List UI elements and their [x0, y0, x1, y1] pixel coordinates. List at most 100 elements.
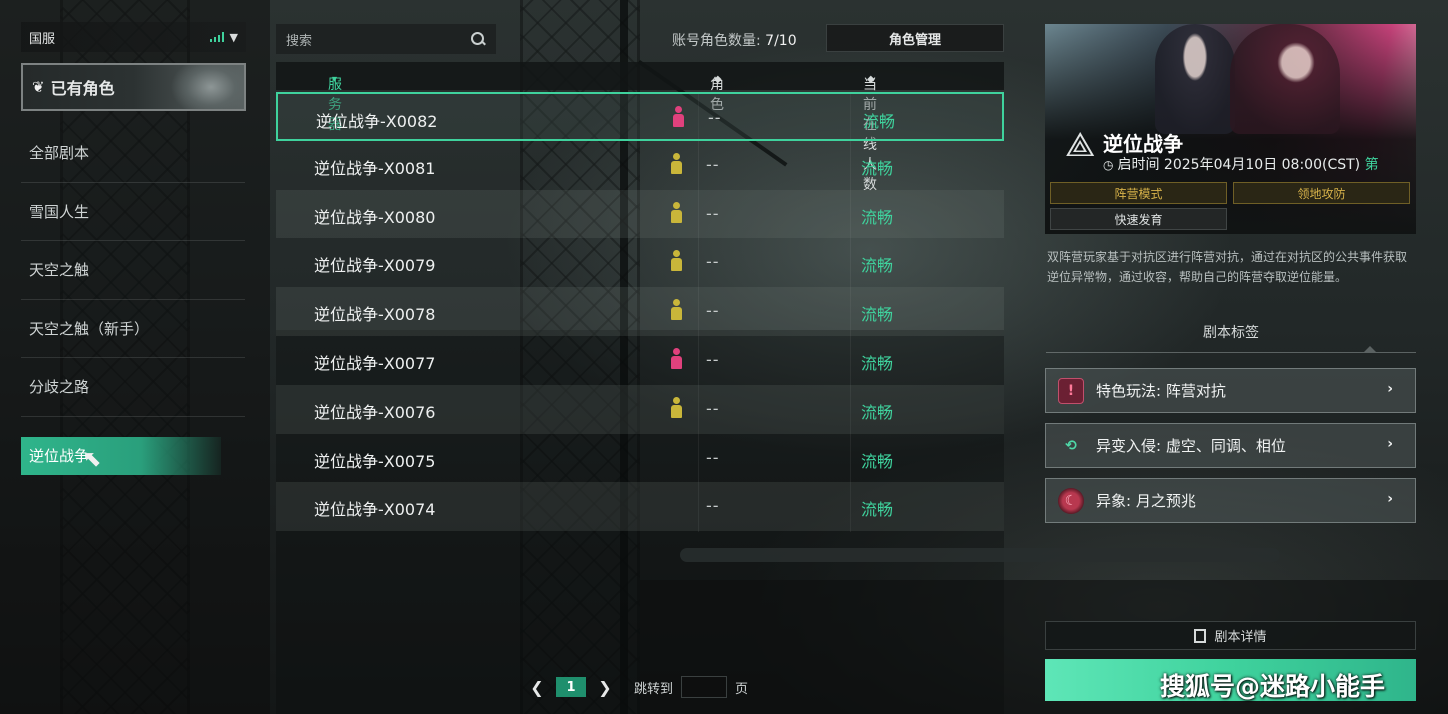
tag-label: 阵营模式 [1114, 186, 1163, 201]
server-name: 逆位战争-X0080 [314, 207, 436, 227]
script-detail-button[interactable]: 剧本详情 [1045, 621, 1416, 650]
moon-omen-icon: ☾ [1058, 487, 1084, 514]
region-selector[interactable]: 国服 ▼ [21, 22, 246, 52]
role-manage-label: 角色管理 [888, 32, 941, 48]
document-icon [1194, 628, 1207, 643]
server-role: -- [706, 496, 720, 516]
script-description: 双阵营玩家基于对抗区进行阵营对抗，通过在对抗区的公共事件获取逆位异常物，通过收容… [1047, 250, 1408, 284]
left-panel: 国服 ▼ ❦ 已有角色 全部剧本 雪国人生 天空之触 天空之触（新手） 分歧之路… [21, 22, 246, 475]
server-role: -- [706, 398, 720, 418]
server-row[interactable]: 逆位战争-X0080 -- 流畅 [276, 189, 1004, 239]
server-role: -- [706, 447, 720, 467]
divider-notch [1364, 346, 1376, 352]
character-icon [670, 152, 682, 175]
tag-fast-growth: 快速发育 [1050, 208, 1227, 230]
server-role: -- [706, 301, 720, 321]
server-name: 逆位战争-X0079 [314, 256, 436, 276]
server-role: -- [706, 203, 720, 223]
server-status: 流畅 [861, 402, 894, 422]
script-item-label: 雪国人生 [29, 202, 90, 221]
server-status: 流畅 [861, 207, 894, 227]
server-row[interactable]: 逆位战争-X0078 -- 流畅 [276, 287, 1004, 336]
script-title: 逆位战争 [1103, 132, 1183, 156]
tag-label: 领地攻防 [1297, 186, 1346, 201]
server-status: 流畅 [861, 158, 894, 178]
server-row[interactable]: 逆位战争-X0076 -- 流畅 [276, 384, 1004, 434]
search-field[interactable]: 搜索 [276, 24, 496, 54]
character-icon [672, 106, 684, 128]
start-time-label: 启时间 2025年04月10日 08:00(CST) [1117, 157, 1361, 173]
script-item-snow[interactable]: 雪国人生 [21, 183, 245, 241]
feature-label: 特色玩法: 阵营对抗 [1096, 382, 1226, 400]
character-portrait [134, 65, 244, 109]
character-icon [670, 201, 682, 224]
script-start-time: ◷ 启时间 2025年04月10日 08:00(CST) 第 [1103, 154, 1379, 174]
character-icon [670, 347, 682, 370]
server-name: 逆位战争-X0081 [314, 158, 436, 178]
triangle-recycle-icon: ⟲ [1065, 437, 1077, 454]
script-item-label: 逆位战争 [29, 447, 90, 465]
script-item-all[interactable]: 全部剧本 [21, 124, 245, 183]
search-icon[interactable] [470, 31, 486, 47]
jump-label: 跳转到 [634, 681, 674, 697]
server-row[interactable]: 逆位战争-X0074 -- 流畅 [276, 482, 1004, 532]
server-row[interactable]: 逆位战争-X0075 -- 流畅 [276, 434, 1004, 483]
script-detail-label: 剧本详情 [1214, 630, 1267, 645]
table-header: 服务器 ▾ 角色 ◆ 当前在线人数 ◆ [276, 62, 1004, 193]
feature-anomaly[interactable]: ☾ 异象: 月之预兆 › [1045, 478, 1416, 523]
server-row[interactable]: 逆位战争-X0079 -- 流畅 [276, 238, 1004, 287]
script-item-label: 天空之触（新手） [29, 319, 150, 338]
mouse-cursor-icon: ⬉ [83, 446, 102, 472]
chevron-right-icon: › [1387, 491, 1393, 507]
server-row[interactable]: 逆位战争-X0077 -- 流畅 [276, 336, 1004, 385]
jump-page-input[interactable] [681, 676, 728, 698]
server-status: 流畅 [861, 451, 894, 471]
chevron-right-icon: › [1387, 436, 1393, 452]
signal-icon [209, 32, 224, 42]
clock-icon: ◷ [1103, 158, 1114, 172]
server-name: 逆位战争-X0076 [314, 402, 436, 422]
script-banner: ⟁ 逆位战争 ◷ 启时间 2025年04月10日 08:00(CST) 第 阵营模… [1045, 24, 1416, 234]
role-count-label: 账号角色数量: [672, 33, 766, 49]
server-role: -- [706, 349, 720, 369]
chevron-down-icon: ▾ [332, 74, 338, 85]
region-status: ▼ [209, 30, 238, 44]
role-manage-button[interactable]: 角色管理 [826, 24, 1004, 52]
sort-icon: ◆ [867, 74, 875, 85]
feature-mutation[interactable]: ⟲ 异变入侵: 虚空、同调、相位 › [1045, 423, 1416, 468]
search-input[interactable]: 搜索 [286, 30, 312, 49]
server-name: 逆位战争-X0082 [316, 112, 438, 131]
character-icon [670, 396, 682, 419]
server-status: 流畅 [861, 500, 894, 520]
server-status: 流畅 [861, 305, 894, 325]
start-suffix: 第 [1364, 157, 1379, 173]
script-item-label: 分歧之路 [29, 378, 90, 397]
server-role: -- [706, 252, 720, 272]
script-item-sky-novice[interactable]: 天空之触（新手） [21, 300, 245, 358]
region-label: 国服 [29, 31, 56, 47]
have-role-label: 已有角色 [50, 79, 115, 98]
server-role: -- [706, 154, 720, 174]
server-row[interactable]: 逆位战争-X0082 -- 流畅 [276, 92, 1004, 141]
script-list: 全部剧本 雪国人生 天空之触 天空之触（新手） 分歧之路 逆位战争 ⬉ [21, 124, 246, 475]
page-number-current[interactable]: 1 [556, 677, 586, 697]
chevron-right-icon[interactable]: ❯ [598, 678, 612, 697]
server-name: 逆位战争-X0074 [314, 500, 436, 520]
character-art [1155, 24, 1235, 134]
script-item-label: 天空之触 [29, 261, 90, 280]
script-item-divergence[interactable]: 分歧之路 [21, 358, 245, 417]
chevron-left-icon[interactable]: ❮ [530, 678, 544, 697]
have-role-button[interactable]: ❦ 已有角色 [21, 63, 246, 111]
character-icon [670, 299, 682, 321]
script-item-sky[interactable]: 天空之触 [21, 241, 245, 300]
server-name: 逆位战争-X0077 [314, 353, 436, 373]
role-count-value: 7/10 [765, 33, 797, 49]
butterfly-icon: ❦ [32, 78, 45, 96]
tag-territory: 领地攻防 [1233, 182, 1410, 204]
chevron-down-icon: ▼ [229, 30, 238, 44]
tags-section-title: 剧本标签 [1203, 325, 1259, 341]
script-item-reverse-war[interactable]: 逆位战争 ⬉ [21, 436, 221, 475]
feature-camp-battle[interactable]: ! 特色玩法: 阵营对抗 › [1045, 368, 1416, 413]
server-row[interactable]: 逆位战争-X0081 -- 流畅 [276, 141, 1004, 190]
feature-label: 异象: 月之预兆 [1096, 492, 1196, 510]
